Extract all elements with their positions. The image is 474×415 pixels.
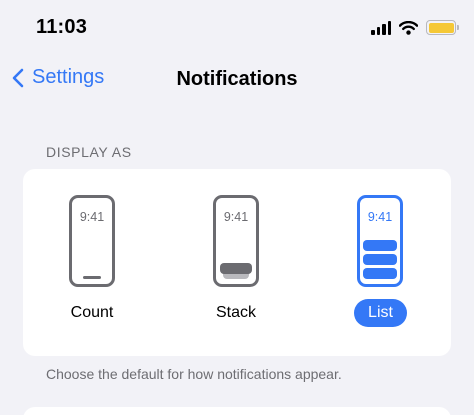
option-label-count: Count [70,304,114,321]
preview-time: 9:41 [223,210,249,224]
section-footer-note: Choose the default for how notifications… [46,366,342,382]
preview-time: 9:41 [79,210,105,224]
count-preview-phone-icon: 9:41 [69,195,115,287]
display-option-stack[interactable]: 9:41 Stack [201,169,321,356]
display-option-count[interactable]: 9:41 Count [57,169,177,356]
option-label-list-selected: List [354,299,407,327]
page-title: Notifications [176,68,298,90]
display-option-list[interactable]: 9:41 List [344,169,464,356]
next-settings-card [23,407,451,415]
option-label-stack: Stack [215,304,256,321]
status-icons [371,20,459,35]
display-as-card: 9:41 Count 9:41 Stack 9:41 List [23,169,451,356]
cellular-signal-icon [371,20,391,35]
preview-time: 9:41 [367,210,393,224]
navigation-bar: Settings Notifications [0,56,474,106]
status-bar: 11:03 [0,0,474,56]
wifi-icon [399,20,418,35]
status-time: 11:03 [36,16,88,38]
notifications-settings-screen: 11:03 Settings Notifications DISPLAY AS … [0,0,474,415]
list-preview-phone-icon: 9:41 [357,195,403,287]
battery-icon [426,20,459,35]
section-header-display-as: DISPLAY AS [46,144,132,160]
stack-preview-phone-icon: 9:41 [213,195,259,287]
